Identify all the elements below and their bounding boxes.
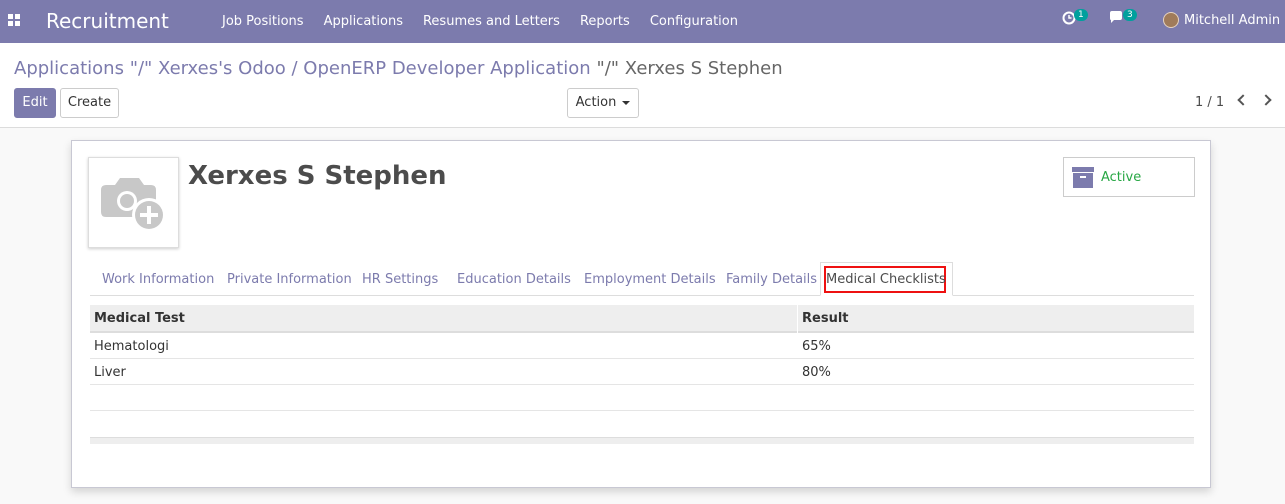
cell-result: 65% (802, 339, 831, 354)
table-row[interactable]: Hematologi 65% (90, 333, 1194, 359)
table-row[interactable]: Liver 80% (90, 359, 1194, 385)
cell-result: 80% (802, 365, 831, 380)
breadcrumb-job-application[interactable]: Xerxes's Odoo / OpenERP Developer Applic… (158, 58, 591, 79)
table-header: Medical Test Result (90, 305, 1194, 333)
menu-reports[interactable]: Reports (570, 14, 640, 29)
breadcrumb-applications[interactable]: Applications (14, 58, 124, 79)
chevron-right-icon (1260, 94, 1272, 106)
tab-medical-checklists[interactable]: Medical Checklists (820, 262, 953, 296)
control-panel: Applications "/" Xerxes's Odoo / OpenERP… (0, 43, 1285, 128)
activity-button[interactable]: 1 (1062, 9, 1088, 29)
tab-hr-settings[interactable]: HR Settings (362, 272, 438, 287)
apps-grid-icon[interactable] (8, 14, 21, 27)
activity-badge: 1 (1074, 9, 1088, 21)
action-label: Action (575, 95, 617, 110)
tab-family-details[interactable]: Family Details (726, 272, 817, 287)
archive-box-icon (1072, 167, 1094, 188)
main-menu: Job Positions Applications Resumes and L… (212, 14, 748, 29)
menu-resumes-letters[interactable]: Resumes and Letters (413, 14, 570, 29)
employee-photo[interactable] (88, 157, 179, 248)
user-name: Mitchell Admin (1184, 12, 1281, 28)
chevron-left-icon (1237, 94, 1249, 106)
form-sheet: Xerxes S Stephen Active Work Information… (71, 140, 1211, 488)
active-status-label: Active (1101, 170, 1142, 185)
cell-medical-test: Hematologi (94, 339, 169, 354)
menu-job-positions[interactable]: Job Positions (212, 14, 314, 29)
pager-next-button[interactable] (1260, 93, 1274, 107)
tab-private-information[interactable]: Private Information (227, 272, 352, 287)
create-button[interactable]: Create (60, 88, 119, 118)
breadcrumb: Applications "/" Xerxes's Odoo / OpenERP… (14, 58, 783, 79)
table-footer (90, 437, 1194, 444)
caret-down-icon (622, 100, 631, 105)
breadcrumb-separator: "/" (129, 58, 153, 79)
breadcrumb-separator: "/" (596, 58, 620, 79)
active-toggle-button[interactable]: Active (1063, 157, 1195, 197)
action-dropdown[interactable]: Action (567, 88, 639, 118)
app-title[interactable]: Recruitment (46, 9, 169, 33)
user-menu[interactable]: Mitchell Admin (1163, 12, 1280, 28)
tab-medical-checklists-label: Medical Checklists (824, 266, 946, 293)
employee-name[interactable]: Xerxes S Stephen (188, 161, 447, 191)
tab-employment-details[interactable]: Employment Details (584, 272, 716, 287)
breadcrumb-current: Xerxes S Stephen (624, 58, 783, 79)
column-header-result[interactable]: Result (802, 311, 849, 326)
edit-button[interactable]: Edit (14, 88, 56, 118)
menu-applications[interactable]: Applications (314, 14, 413, 29)
form-tabs: Work Information Private Information HR … (90, 262, 1194, 296)
messages-button[interactable]: 3 (1109, 9, 1137, 29)
cell-medical-test: Liver (94, 365, 126, 380)
tab-work-information[interactable]: Work Information (102, 272, 214, 287)
table-row-empty (90, 385, 1194, 411)
menu-configuration[interactable]: Configuration (640, 14, 748, 29)
top-navbar: Recruitment Job Positions Applications R… (0, 0, 1285, 43)
tab-education-details[interactable]: Education Details (457, 272, 571, 287)
medical-table: Medical Test Result Hematologi 65% Liver… (90, 305, 1194, 444)
column-header-medical-test[interactable]: Medical Test (94, 311, 185, 326)
avatar (1163, 12, 1179, 28)
messages-badge: 3 (1123, 9, 1137, 21)
camera-add-icon (101, 178, 166, 232)
pager-previous-button[interactable] (1236, 93, 1249, 107)
pager-value[interactable]: 1 / 1 (1195, 95, 1224, 110)
